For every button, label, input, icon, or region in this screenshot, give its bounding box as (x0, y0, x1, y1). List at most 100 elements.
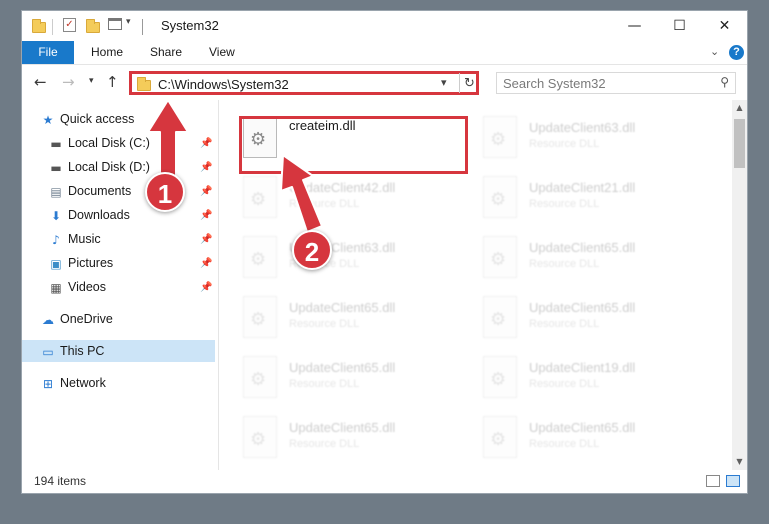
file-name: UpdateClient65.dll (289, 300, 396, 315)
pin-icon[interactable]: 📌 (200, 258, 212, 269)
dll-file-icon (243, 236, 277, 278)
minimize-button[interactable]: — (612, 11, 657, 41)
step-2-badge: 2 (292, 230, 332, 270)
expand-ribbon-icon[interactable]: ⌄ (710, 45, 719, 58)
pin-icon[interactable]: 📌 (200, 210, 212, 221)
maximize-button[interactable]: ☐ (657, 11, 702, 41)
pin-icon[interactable]: 📌 (200, 282, 212, 293)
nav-item-this-pc[interactable]: ▭ This PC (22, 340, 215, 362)
pin-icon[interactable]: 📌 (200, 234, 212, 245)
file-item[interactable]: UpdateClient65.dll Resource DLL (222, 408, 452, 464)
nav-item-onedrive[interactable]: ☁ OneDrive (40, 308, 113, 330)
pin-icon[interactable]: 📌 (200, 162, 212, 173)
step-1-badge: 1 (145, 172, 185, 212)
search-input[interactable]: Search System32 ⚲ (496, 72, 736, 94)
dll-file-icon (483, 236, 517, 278)
details-view-icon[interactable] (706, 475, 720, 487)
file-name: UpdateClient63.dll (529, 120, 636, 135)
dll-file-icon (243, 176, 277, 218)
file-explorer-window: ✓ ▾ System32 — ☐ ✕ File Home Share View … (21, 10, 748, 494)
divider (52, 19, 53, 35)
file-name: UpdateClient42.dll (289, 180, 396, 195)
music-icon: ♪ (52, 232, 60, 247)
nav-item-videos[interactable]: ▦ Videos (48, 276, 106, 298)
close-button[interactable]: ✕ (702, 11, 747, 41)
videos-icon: ▦ (50, 280, 62, 295)
file-item[interactable]: UpdateClient65.dll Resource DLL (462, 408, 692, 464)
file-item[interactable]: UpdateClient63.dll Resource DLL (462, 108, 692, 164)
large-icons-view-icon[interactable] (726, 475, 740, 487)
address-row: ← → ▾ ↑ C:\Windows\System32 ▾ ↻ Search S… (22, 64, 747, 100)
dll-file-icon (243, 356, 277, 398)
computer-icon: ▭ (42, 344, 54, 359)
dll-file-icon (483, 176, 517, 218)
nav-item-network[interactable]: ⊞ Network (40, 372, 106, 394)
file-item[interactable]: UpdateClient21.dll Resource DLL (462, 168, 692, 224)
file-item[interactable]: UpdateClient19.dll Resource DLL (462, 348, 692, 404)
refresh-icon[interactable]: ↻ (459, 73, 479, 93)
tab-file[interactable]: File (22, 41, 74, 64)
file-item[interactable]: UpdateClient42.dll Resource DLL (222, 168, 452, 224)
star-icon: ★ (42, 112, 54, 127)
highlight-box (239, 116, 468, 174)
file-name: UpdateClient65.dll (289, 360, 396, 375)
file-item[interactable]: UpdateClient63.dll Resource DLL (222, 228, 452, 284)
window-title: System32 (161, 18, 219, 33)
cloud-icon: ☁ (42, 312, 54, 327)
pictures-icon: ▣ (50, 256, 62, 271)
forward-arrow-icon[interactable]: → (62, 73, 75, 91)
scroll-up-icon[interactable]: ▲ (732, 103, 747, 112)
file-item[interactable]: UpdateClient65.dll Resource DLL (462, 228, 692, 284)
pin-icon[interactable]: 📌 (200, 138, 212, 149)
file-name: UpdateClient65.dll (529, 420, 636, 435)
nav-item-music[interactable]: ♪ Music (48, 228, 101, 250)
documents-icon: ▤ (50, 184, 62, 199)
nav-item-local-disk-d[interactable]: ▬ Local Disk (D:) (48, 156, 150, 178)
tab-home[interactable]: Home (91, 41, 123, 64)
address-bar[interactable]: C:\Windows\System32 ▾ ↻ (129, 71, 479, 95)
properties-icon[interactable]: ✓ (63, 18, 76, 32)
file-type: Resource DLL (529, 438, 600, 450)
file-type: Resource DLL (289, 438, 360, 450)
item-count: 194 items (34, 474, 87, 488)
nav-item-pictures[interactable]: ▣ Pictures (48, 252, 113, 274)
address-path[interactable]: C:\Windows\System32 (158, 77, 289, 92)
search-placeholder: Search System32 (503, 76, 606, 91)
title-bar: ✓ ▾ System32 — ☐ ✕ (22, 11, 747, 41)
file-item[interactable]: UpdateClient65.dll Resource DLL (222, 288, 452, 344)
tab-view[interactable]: View (209, 41, 235, 64)
file-item[interactable]: UpdateClient65.dll Resource DLL (462, 288, 692, 344)
scroll-down-icon[interactable]: ▼ (732, 457, 747, 466)
file-type: Resource DLL (529, 258, 600, 270)
recent-locations-icon[interactable]: ▾ (89, 76, 94, 86)
file-name: UpdateClient65.dll (529, 300, 636, 315)
nav-item-documents[interactable]: ▤ Documents (48, 180, 131, 202)
folder-icon (32, 19, 46, 33)
dll-file-icon (243, 416, 277, 458)
file-name: UpdateClient19.dll (529, 360, 636, 375)
file-name: UpdateClient65.dll (289, 420, 396, 435)
file-type: Resource DLL (289, 318, 360, 330)
nav-item-local-disk-c[interactable]: ▬ Local Disk (C:) (48, 132, 150, 154)
nav-item-quick-access[interactable]: ★ Quick access (40, 108, 135, 130)
network-icon: ⊞ (42, 376, 54, 391)
drive-icon: ▬ (50, 136, 62, 151)
navigation-pane: ★ Quick access ▬ Local Disk (C:) 📌 ▬ Local … (22, 100, 218, 470)
vertical-scrollbar[interactable]: ▲ ▼ (732, 100, 747, 470)
file-item[interactable]: UpdateClient65.dll Resource DLL (222, 348, 452, 404)
back-arrow-icon[interactable]: ← (34, 73, 47, 91)
file-name: UpdateClient65.dll (529, 240, 636, 255)
pin-icon[interactable]: 📌 (200, 186, 212, 197)
up-arrow-icon[interactable]: ↑ (106, 73, 119, 91)
chevron-down-icon[interactable]: ▾ (126, 17, 131, 35)
new-folder-icon[interactable] (86, 19, 100, 33)
search-icon[interactable]: ⚲ (720, 75, 729, 89)
help-button[interactable]: ? (729, 45, 744, 60)
customize-toolbar-icon[interactable] (108, 18, 122, 30)
nav-item-downloads[interactable]: ⬇ Downloads (48, 204, 130, 226)
tab-share[interactable]: Share (150, 41, 182, 64)
scroll-thumb[interactable] (734, 119, 745, 168)
file-type: Resource DLL (289, 378, 360, 390)
divider (142, 19, 143, 35)
chevron-down-icon[interactable]: ▾ (441, 76, 447, 89)
